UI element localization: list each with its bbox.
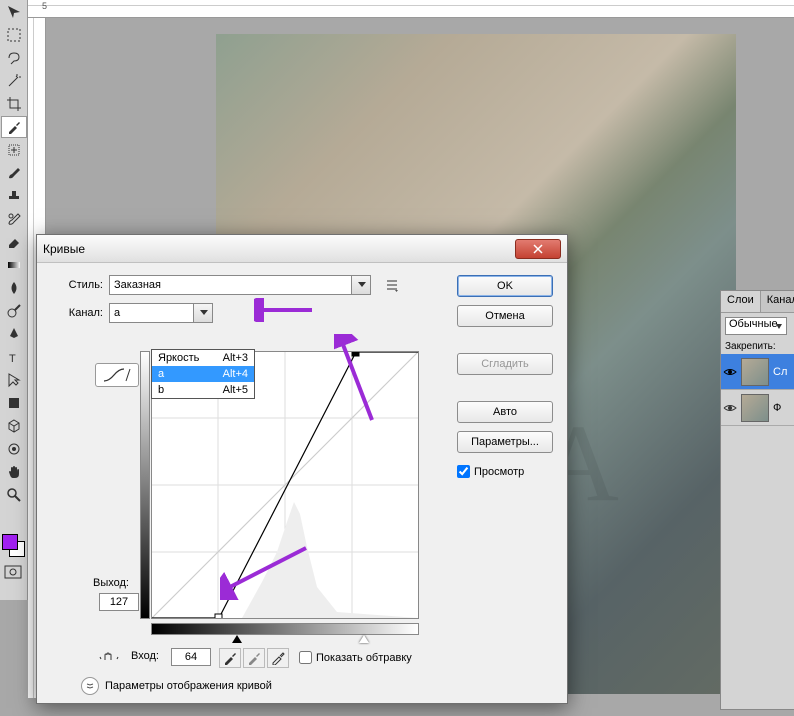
targeted-adjust-tool[interactable] [99, 651, 119, 672]
show-clipping-input[interactable] [299, 651, 312, 664]
blend-mode-value: Обычные [729, 318, 778, 330]
brush-tool[interactable] [1, 162, 27, 184]
lasso-tool[interactable] [1, 47, 27, 69]
input-field[interactable] [171, 648, 211, 666]
black-point-eyedropper[interactable] [219, 648, 241, 668]
preview-label: Просмотр [474, 466, 524, 478]
show-clipping-label: Показать обтравку [316, 652, 412, 664]
output-field[interactable] [99, 593, 139, 611]
layer-name: Сл [773, 366, 787, 378]
layer-name: Ф [773, 402, 781, 414]
visibility-eye-icon[interactable] [723, 401, 737, 415]
channel-label: Канал: [51, 307, 103, 319]
dialog-buttons: OK Отмена Сгладить Авто Параметры... Про… [457, 275, 553, 478]
pen-tool[interactable] [1, 323, 27, 345]
shape-tool[interactable] [1, 392, 27, 414]
color-swatches[interactable] [2, 534, 24, 556]
eyedropper-group [219, 648, 289, 668]
foreground-color-swatch[interactable] [2, 534, 18, 550]
stamp-tool[interactable] [1, 185, 27, 207]
channel-combo[interactable]: a [109, 303, 213, 323]
input-label: Вход: [131, 650, 159, 662]
dialog-body: Стиль: Заказная Канал: a Ярко [37, 263, 567, 703]
channel-option-a[interactable]: a Alt+4 [152, 366, 254, 382]
output-label: Выход: [93, 577, 129, 589]
ok-button[interactable]: OK [457, 275, 553, 297]
eyedropper-tool[interactable] [1, 116, 27, 138]
ruler-tick-label: 5 [42, 1, 47, 11]
disclosure-label: Параметры отображения кривой [105, 680, 272, 692]
dialog-title: Кривые [43, 242, 515, 256]
hand-tool[interactable] [1, 461, 27, 483]
photoshop-workspace: T 5 D-NA Кривые Стиль: [0, 0, 794, 716]
chevron-down-icon [200, 310, 208, 315]
blend-mode-combo[interactable]: Обычные [725, 317, 787, 335]
black-point-slider[interactable] [232, 635, 242, 643]
gray-point-eyedropper[interactable] [243, 648, 265, 668]
layers-panel: Слои Канал Обычные Закрепить: Сл Ф [720, 290, 794, 710]
preview-input[interactable] [457, 465, 470, 478]
style-label: Стиль: [51, 279, 103, 291]
tab-channels[interactable]: Канал [761, 291, 794, 312]
crop-tool[interactable] [1, 93, 27, 115]
curve-point-tool[interactable] [95, 363, 139, 387]
layer-row-1[interactable]: Сл [721, 354, 794, 390]
panel-tabs: Слои Канал [721, 291, 794, 313]
curve-display-disclosure[interactable]: Параметры отображения кривой [81, 677, 272, 695]
gradient-tool[interactable] [1, 254, 27, 276]
white-point-slider[interactable] [359, 635, 369, 643]
layer-thumbnail [741, 394, 769, 422]
close-button[interactable] [515, 239, 561, 259]
zoom-tool[interactable] [1, 484, 27, 506]
3d-tool[interactable] [1, 415, 27, 437]
lock-label: Закрепить: [721, 339, 794, 354]
magic-wand-tool[interactable] [1, 70, 27, 92]
path-select-tool[interactable] [1, 369, 27, 391]
marquee-tool[interactable] [1, 24, 27, 46]
channel-option-brightness[interactable]: Яркость Alt+3 [152, 350, 254, 366]
style-value: Заказная [114, 279, 161, 291]
chevron-down-icon [358, 282, 366, 287]
white-point-eyedropper[interactable] [267, 648, 289, 668]
cancel-button[interactable]: Отмена [457, 305, 553, 327]
tab-layers[interactable]: Слои [721, 291, 761, 312]
style-combo[interactable]: Заказная [109, 275, 371, 295]
eraser-tool[interactable] [1, 231, 27, 253]
move-tool[interactable] [1, 1, 27, 23]
output-gradient [140, 351, 150, 619]
history-brush-tool[interactable] [1, 208, 27, 230]
svg-text:T: T [9, 353, 16, 365]
layer-thumbnail [741, 358, 769, 386]
channel-dropdown-list[interactable]: Яркость Alt+3 a Alt+4 b Alt+5 [151, 349, 255, 399]
channel-value: a [114, 307, 120, 319]
chevron-down-icon [85, 681, 95, 691]
auto-button[interactable]: Авто [457, 401, 553, 423]
preview-checkbox[interactable]: Просмотр [457, 465, 553, 478]
disclosure-button[interactable] [81, 677, 99, 695]
close-icon [533, 244, 543, 254]
layer-row-2[interactable]: Ф [721, 390, 794, 426]
smooth-button[interactable]: Сгладить [457, 353, 553, 375]
horizontal-ruler: 5 [28, 0, 794, 18]
input-gradient [151, 623, 419, 635]
healing-tool[interactable] [1, 139, 27, 161]
visibility-eye-icon[interactable] [723, 365, 737, 379]
quickmask-toggle[interactable] [4, 565, 22, 582]
blur-tool[interactable] [1, 277, 27, 299]
show-clipping-checkbox[interactable]: Показать обтравку [299, 651, 412, 664]
preset-menu-button[interactable] [383, 276, 401, 294]
channel-option-b[interactable]: b Alt+5 [152, 382, 254, 398]
dialog-titlebar[interactable]: Кривые [37, 235, 567, 263]
dodge-tool[interactable] [1, 300, 27, 322]
toolbox: T [0, 0, 28, 600]
type-tool[interactable]: T [1, 346, 27, 368]
3d-cam-tool[interactable] [1, 438, 27, 460]
curves-dialog: Кривые Стиль: Заказная Канал: a [36, 234, 568, 704]
options-button[interactable]: Параметры... [457, 431, 553, 453]
